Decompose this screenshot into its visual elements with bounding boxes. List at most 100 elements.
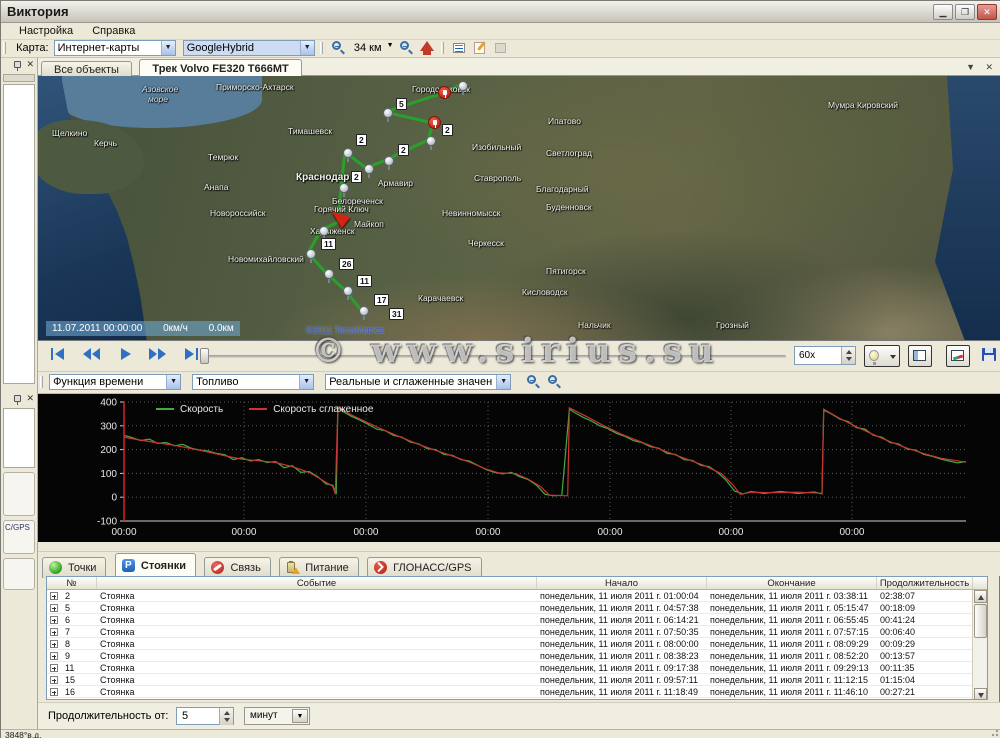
track-point-marker-icon[interactable] — [384, 156, 394, 166]
table-row[interactable]: 2Стоянкапонедельник, 11 июля 2011 г. 01:… — [47, 590, 973, 602]
zoom-out-icon[interactable] — [397, 40, 415, 56]
menu-help[interactable]: Справка — [84, 23, 143, 39]
fuel-stop-marker-icon[interactable] — [438, 86, 451, 99]
chevron-down-icon[interactable] — [890, 355, 896, 359]
collapsed-group-box[interactable] — [3, 472, 35, 516]
track-point-marker-icon[interactable] — [426, 136, 436, 146]
duration-unit-combo[interactable]: минут ▼ — [244, 707, 310, 725]
parameter-combo[interactable]: Топливо ▼ — [192, 374, 314, 390]
track-number-badge[interactable]: 26 — [339, 258, 354, 270]
map-scale-value[interactable]: 34 км — [354, 42, 382, 54]
track-point-marker-icon[interactable] — [343, 148, 353, 158]
scroll-down-icon[interactable] — [974, 688, 987, 700]
col-header-start[interactable]: Начало — [537, 577, 707, 589]
track-number-badge[interactable]: 2 — [398, 144, 409, 156]
chevron-down-icon[interactable]: ▼ — [292, 709, 308, 723]
tab-all-objects[interactable]: Все объекты — [41, 61, 132, 77]
tab-glonass-gps[interactable]: ГЛОНАСС/GPS — [367, 557, 481, 578]
track-point-marker-icon[interactable] — [319, 226, 329, 236]
track-point-marker-icon[interactable] — [458, 81, 468, 91]
track-point-marker-icon[interactable] — [339, 183, 349, 193]
col-header-num[interactable]: № — [47, 577, 97, 589]
track-number-badge[interactable]: 2 — [442, 124, 453, 136]
track-number-badge[interactable]: 2 — [356, 134, 367, 146]
track-number-badge[interactable]: 17 — [374, 294, 389, 306]
save-button[interactable] — [980, 345, 1000, 367]
collapsed-group-box[interactable]: С/GPS — [3, 520, 35, 554]
chevron-down-icon[interactable]: ▼ — [299, 375, 313, 389]
row-expander-icon[interactable] — [50, 688, 58, 696]
track-point-marker-icon[interactable] — [343, 286, 353, 296]
table-row[interactable]: 6Стоянкапонедельник, 11 июля 2011 г. 06:… — [47, 614, 973, 626]
row-expander-icon[interactable] — [50, 592, 58, 600]
table-row[interactable]: 9Стоянкапонедельник, 11 июля 2011 г. 08:… — [47, 650, 973, 662]
chevron-down-icon[interactable]: ▼ — [166, 375, 180, 389]
chevron-down-icon[interactable]: ▼ — [300, 41, 314, 55]
chevron-down-icon[interactable]: ▼ — [161, 41, 175, 55]
track-point-marker-icon[interactable] — [324, 269, 334, 279]
close-icon[interactable]: ✕ — [26, 394, 34, 403]
chart-canvas[interactable]: 4003002001000-10000:0000:0000:0000:0000:… — [38, 394, 1000, 542]
resize-grip[interactable] — [989, 730, 999, 738]
scrollbar-thumb[interactable] — [974, 604, 987, 638]
horizontal-splitter[interactable] — [38, 542, 1000, 552]
table-row[interactable]: 16Стоянкапонедельник, 11 июля 2011 г. 11… — [47, 686, 973, 698]
table-row[interactable]: 8Стоянкапонедельник, 11 июля 2011 г. 08:… — [47, 638, 973, 650]
skip-start-button[interactable] — [46, 346, 70, 366]
tab-list-chevron-icon[interactable]: ▼ — [966, 62, 975, 72]
chart-zoom-out-icon[interactable] — [545, 374, 563, 390]
table-row[interactable]: 11Стоянкапонедельник, 11 июля 2011 г. 09… — [47, 662, 973, 674]
fast-forward-button[interactable] — [146, 346, 170, 366]
edit-notes-icon[interactable] — [471, 40, 489, 56]
collapsed-group-box[interactable] — [3, 558, 35, 590]
table-row[interactable]: 5Стоянкапонедельник, 11 июля 2011 г. 04:… — [47, 602, 973, 614]
play-button[interactable] — [114, 346, 138, 366]
fuel-stop-marker-icon[interactable] — [428, 116, 441, 129]
track-number-badge[interactable]: 11 — [321, 238, 336, 250]
pin-icon[interactable] — [14, 395, 21, 402]
panel-layout-button[interactable] — [908, 345, 932, 367]
track-point-marker-icon[interactable] — [383, 108, 393, 118]
map-source-combo[interactable]: Интернет-карты ▼ — [54, 40, 176, 56]
spinner-arrows-icon[interactable] — [219, 708, 233, 725]
title-bar[interactable]: Виктория ▁ ❐ ✕ — [1, 1, 1000, 23]
tab-close-icon[interactable]: ✕ — [985, 62, 993, 72]
row-expander-icon[interactable] — [50, 628, 58, 636]
chevron-down-icon[interactable]: ▼ — [387, 42, 394, 49]
track-point-marker-icon[interactable] — [364, 164, 374, 174]
col-header-duration[interactable]: Продолжительность — [877, 577, 973, 589]
row-expander-icon[interactable] — [50, 676, 58, 684]
track-number-badge[interactable]: 11 — [357, 275, 372, 287]
minimize-button[interactable]: ▁ — [933, 4, 953, 20]
values-mode-combo[interactable]: Реальные и сглаженные значен ▼ — [325, 374, 511, 390]
track-light-button[interactable] — [864, 345, 900, 367]
track-number-badge[interactable]: 2 — [351, 171, 362, 183]
timeline-slider-track[interactable] — [206, 355, 786, 358]
restore-button[interactable]: ❐ — [955, 4, 975, 20]
legend-list-icon[interactable] — [450, 40, 468, 56]
chart-zoom-in-icon[interactable] — [524, 374, 542, 390]
spinner-arrows-icon[interactable] — [841, 347, 855, 364]
tab-communication[interactable]: Связь — [204, 557, 270, 578]
menu-settings[interactable]: Настройка — [11, 23, 81, 39]
speed-chart[interactable]: 4003002001000-10000:0000:0000:0000:0000:… — [38, 394, 1000, 542]
home-extent-icon[interactable] — [418, 40, 436, 56]
track-point-marker-icon[interactable] — [359, 306, 369, 316]
row-expander-icon[interactable] — [50, 640, 58, 648]
table-scrollbar[interactable] — [972, 590, 987, 700]
table-row[interactable]: 7Стоянкапонедельник, 11 июля 2011 г. 07:… — [47, 626, 973, 638]
tab-track-volvo[interactable]: Трек Volvo FE320 Т666МТ — [139, 59, 301, 76]
duration-value-spinner[interactable]: 5 — [176, 707, 234, 725]
row-expander-icon[interactable] — [50, 604, 58, 612]
col-header-end[interactable]: Окончание — [707, 577, 877, 589]
tab-points[interactable]: Точки — [42, 557, 106, 578]
rewind-button[interactable] — [80, 346, 104, 366]
map-view[interactable]: АзовскоемореПриморско-АхтарскТимашевскКр… — [38, 76, 1000, 341]
row-expander-icon[interactable] — [50, 616, 58, 624]
chart-toggle-button[interactable] — [946, 345, 970, 367]
row-expander-icon[interactable] — [50, 664, 58, 672]
time-function-combo[interactable]: Функция времени ▼ — [49, 374, 181, 390]
timeline-slider-thumb[interactable] — [200, 348, 209, 364]
row-expander-icon[interactable] — [50, 652, 58, 660]
tab-power[interactable]: Питание — [279, 557, 358, 578]
